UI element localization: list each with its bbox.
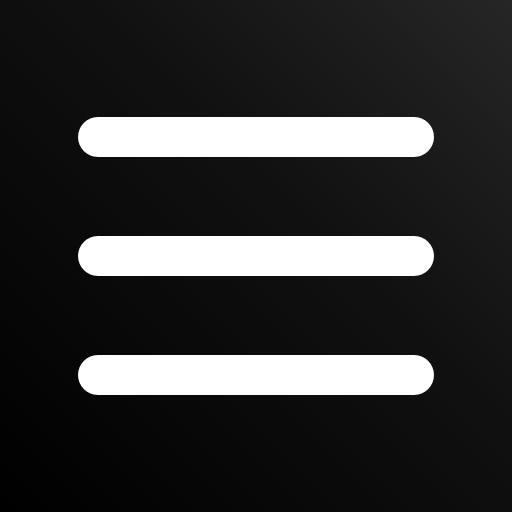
- hamburger-menu-icon: [78, 117, 434, 395]
- hamburger-menu-button[interactable]: [0, 0, 512, 512]
- menu-line-1: [78, 117, 434, 157]
- app-icon-canvas: [0, 0, 512, 512]
- menu-line-3: [78, 355, 434, 395]
- menu-line-2: [78, 236, 434, 276]
